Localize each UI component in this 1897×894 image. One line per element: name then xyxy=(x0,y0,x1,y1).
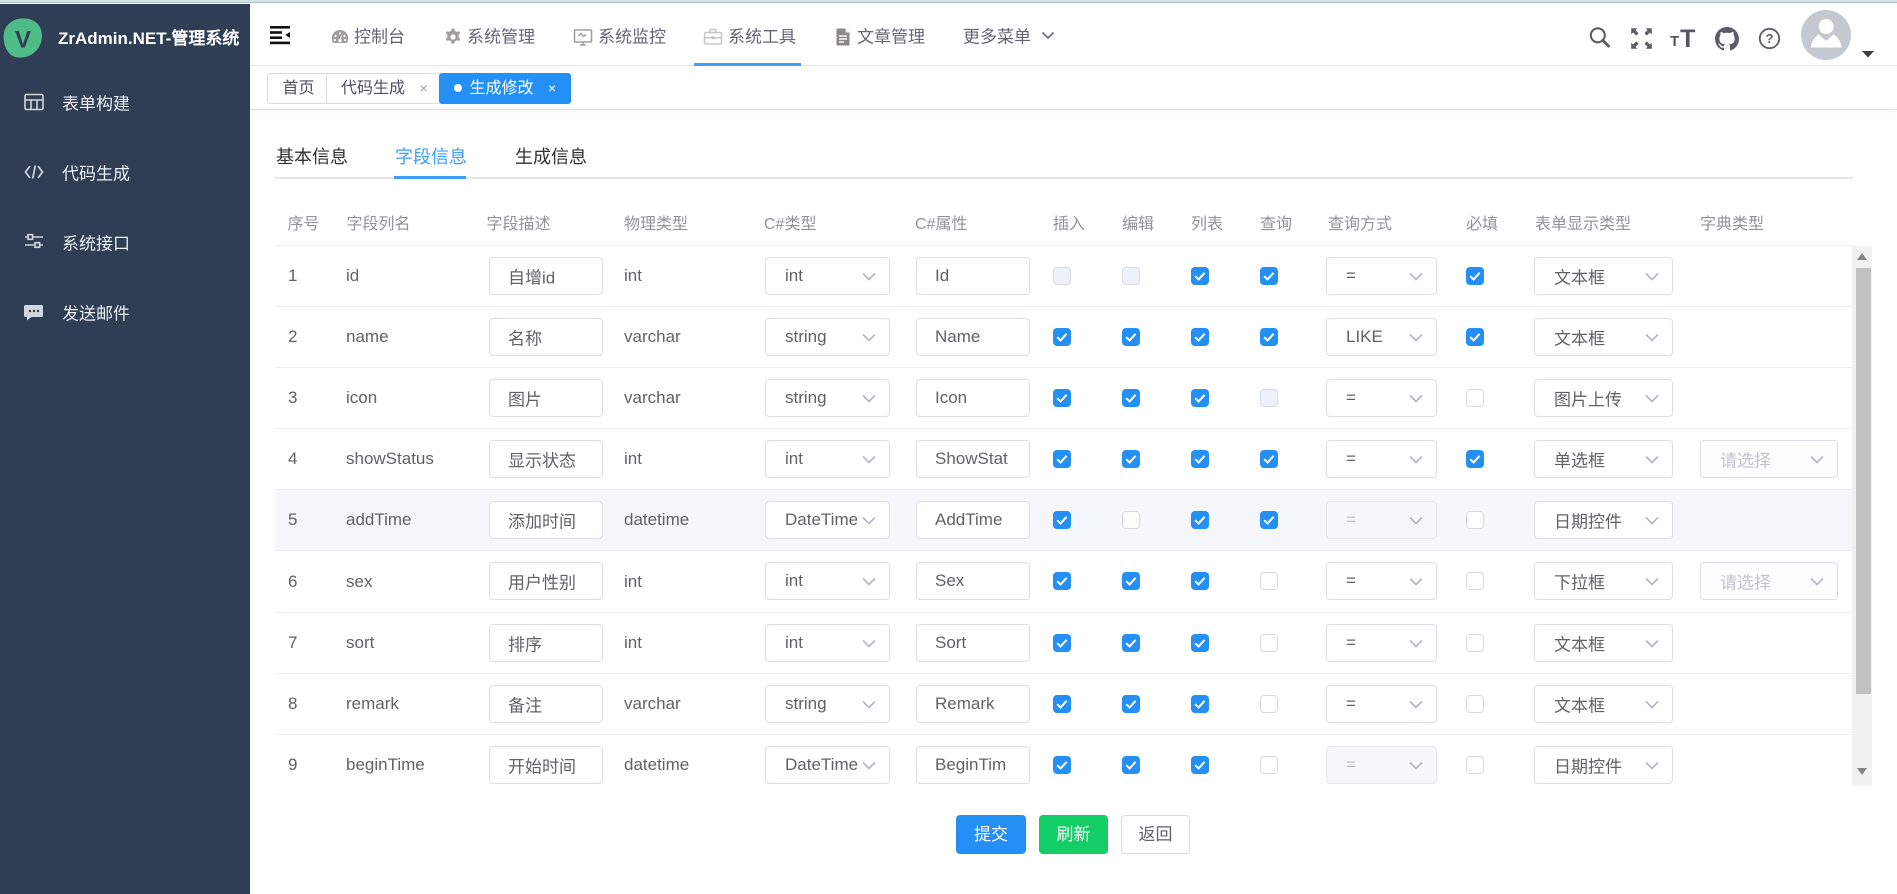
svg-text:V: V xyxy=(15,27,31,54)
svg-text:?: ? xyxy=(1766,31,1774,46)
